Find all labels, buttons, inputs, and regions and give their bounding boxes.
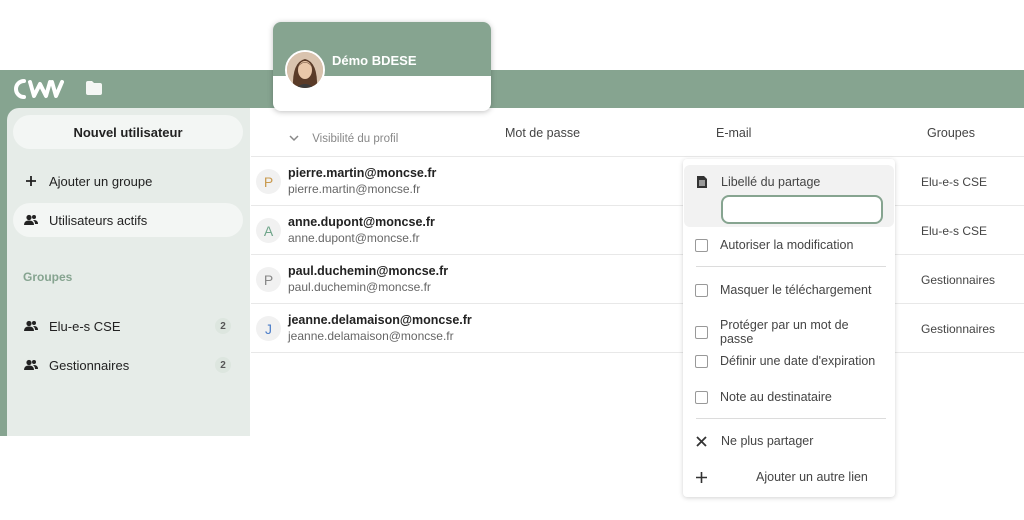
user-id: paul.duchemin@moncse.fr <box>288 280 431 294</box>
sidebar-item-active-users[interactable]: Utilisateurs actifs <box>13 203 243 237</box>
user-groups: Elu-e-s CSE <box>921 175 988 189</box>
sidebar-item-group-gestionnaires[interactable]: Gestionnaires 2 <box>13 348 243 382</box>
user-avatar: P <box>256 169 281 194</box>
column-header-email: E-mail <box>716 126 752 140</box>
table-row[interactable]: P pierre.martin@moncse.fr pierre.martin@… <box>251 157 1024 206</box>
visibility-label: Visibilité du profil <box>312 133 399 145</box>
new-user-button[interactable]: Nouvel utilisateur <box>13 115 243 149</box>
folder-icon[interactable] <box>86 81 102 95</box>
table-row[interactable]: P paul.duchemin@moncse.fr paul.duchemin@… <box>251 255 1024 304</box>
password-protect-option[interactable]: Protéger par un mot de passe <box>695 318 885 346</box>
menu-divider <box>696 266 886 267</box>
user-groups: Gestionnaires <box>921 322 996 336</box>
column-header-password: Mot de passe <box>505 126 581 140</box>
visibility-toggle[interactable]: Visibilité du profil <box>289 133 398 145</box>
user-avatar: A <box>256 218 281 243</box>
sidebar-item-add-group[interactable]: Ajouter un groupe <box>13 164 243 198</box>
table-row[interactable]: A anne.dupont@moncse.fr anne.dupont@monc… <box>251 206 1024 255</box>
checkbox[interactable] <box>695 238 708 252</box>
unshare-option[interactable]: Ne plus partager <box>695 434 885 448</box>
sidebar-item-group-elus[interactable]: Elu-e-s CSE 2 <box>13 309 243 343</box>
user-avatar: P <box>256 267 281 292</box>
user-groups: Gestionnaires <box>921 273 996 287</box>
checkbox[interactable] <box>695 283 708 297</box>
user-groups: Elu-e-s CSE <box>921 224 988 238</box>
column-header-groups: Groupes <box>927 126 975 140</box>
app-logo[interactable] <box>12 78 64 100</box>
user-display-name: paul.duchemin@moncse.fr <box>288 264 449 278</box>
profile-name: Démo BDESE <box>332 53 417 68</box>
users-icon <box>13 359 49 371</box>
sidebar-item-label: Ajouter un groupe <box>49 173 153 189</box>
user-id: jeanne.delamaison@moncse.fr <box>288 329 454 343</box>
users-icon <box>13 214 49 226</box>
close-icon <box>695 435 721 447</box>
sidebar-item-label: Elu-e-s CSE <box>49 318 121 334</box>
menu-divider <box>696 418 886 419</box>
user-id: pierre.martin@moncse.fr <box>288 182 421 196</box>
profile-avatar[interactable] <box>285 50 325 90</box>
plus-icon <box>695 471 756 483</box>
checkbox[interactable] <box>695 325 708 339</box>
table-row[interactable]: J jeanne.delamaison@moncse.fr jeanne.del… <box>251 304 1024 353</box>
user-display-name: pierre.martin@moncse.fr <box>288 166 437 180</box>
user-avatar: J <box>256 316 281 341</box>
allow-edit-option[interactable]: Autoriser la modification <box>695 238 885 252</box>
document-icon <box>695 176 721 188</box>
checkbox[interactable] <box>695 354 708 368</box>
plus-icon <box>13 175 49 187</box>
note-option[interactable]: Note au destinataire <box>695 390 885 404</box>
profile-card[interactable]: Démo BDESE <box>273 22 491 111</box>
sidebar-item-label: Utilisateurs actifs <box>49 212 148 228</box>
user-display-name: anne.dupont@moncse.fr <box>288 215 435 229</box>
group-count-badge: 2 <box>215 318 231 334</box>
sidebar-item-label: Gestionnaires <box>49 357 130 373</box>
hide-download-option[interactable]: Masquer le téléchargement <box>695 283 885 297</box>
chevron-down-icon <box>289 133 299 145</box>
expiration-date-option[interactable]: Définir une date d'expiration <box>695 354 885 368</box>
groups-heading: Groupes <box>23 270 73 284</box>
user-display-name: jeanne.delamaison@moncse.fr <box>288 313 472 327</box>
share-label-input[interactable] <box>721 195 883 224</box>
add-link-option[interactable]: Ajouter un autre lien <box>695 470 885 484</box>
app-header <box>0 70 1024 108</box>
user-id: anne.dupont@moncse.fr <box>288 231 420 245</box>
share-label-heading: Libellé du partage <box>695 175 885 189</box>
users-icon <box>13 320 49 332</box>
checkbox[interactable] <box>695 390 708 404</box>
group-count-badge: 2 <box>215 357 231 373</box>
